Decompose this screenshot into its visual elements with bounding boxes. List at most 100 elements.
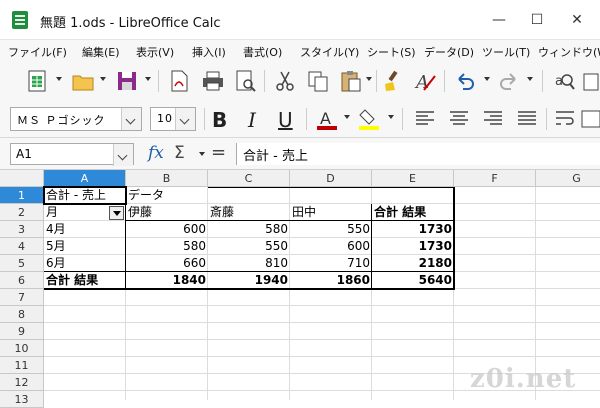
- column-header-e[interactable]: E: [372, 170, 454, 187]
- menu-file[interactable]: ファイル(F): [8, 44, 67, 60]
- underline-button[interactable]: U: [278, 108, 293, 132]
- cell-b1[interactable]: データ: [126, 187, 208, 204]
- cell-e5[interactable]: 2180: [372, 255, 454, 272]
- menu-insert[interactable]: 挿入(I): [192, 44, 226, 60]
- cell-d5[interactable]: 710: [290, 255, 372, 272]
- row-header-3[interactable]: 3: [0, 221, 44, 238]
- close-button[interactable]: ✕: [562, 8, 592, 32]
- font-color-icon[interactable]: A: [314, 106, 340, 132]
- align-justify-icon[interactable]: [514, 106, 540, 132]
- function-wizard-icon[interactable]: fx: [148, 143, 164, 163]
- cell-a3[interactable]: 4月: [44, 221, 126, 238]
- row-header-6[interactable]: 6: [0, 272, 44, 289]
- column-header-c[interactable]: C: [208, 170, 290, 187]
- export-pdf-icon[interactable]: [166, 68, 192, 94]
- menu-edit[interactable]: 編集(E): [82, 44, 120, 60]
- spelling-icon[interactable]: [582, 68, 600, 94]
- name-box[interactable]: A1: [10, 143, 134, 166]
- filter-dropdown-button[interactable]: [109, 206, 124, 220]
- redo-icon[interactable]: [496, 68, 522, 94]
- cut-icon[interactable]: [272, 68, 298, 94]
- cell-e3[interactable]: 1730: [372, 221, 454, 238]
- cell-c3[interactable]: 580: [208, 221, 290, 238]
- cell-c6[interactable]: 1940: [208, 272, 290, 289]
- menu-format[interactable]: 書式(O): [243, 44, 282, 60]
- cell-b3[interactable]: 600: [126, 221, 208, 238]
- cell-b2[interactable]: 伊藤: [126, 204, 208, 221]
- formula-icon[interactable]: =: [211, 142, 226, 163]
- cell-d3[interactable]: 550: [290, 221, 372, 238]
- merge-cells-icon[interactable]: [580, 106, 600, 132]
- sum-dropdown-icon[interactable]: [199, 152, 205, 156]
- row-header-2[interactable]: 2: [0, 204, 44, 221]
- row-header-12[interactable]: 12: [0, 374, 44, 391]
- menu-data[interactable]: データ(D): [424, 44, 474, 60]
- print-icon[interactable]: [200, 68, 226, 94]
- row-header-4[interactable]: 4: [0, 238, 44, 255]
- cell-b6[interactable]: 1840: [126, 272, 208, 289]
- clone-formatting-icon[interactable]: [380, 68, 406, 94]
- column-header-f[interactable]: F: [454, 170, 536, 187]
- paste-dropdown-icon[interactable]: [366, 77, 372, 81]
- italic-button[interactable]: I: [248, 108, 256, 132]
- column-header-g[interactable]: G: [536, 170, 600, 187]
- open-dropdown-icon[interactable]: [100, 77, 106, 81]
- maximize-button[interactable]: ☐: [522, 8, 552, 32]
- new-spreadsheet-icon[interactable]: [24, 68, 50, 94]
- redo-dropdown-icon[interactable]: [527, 77, 533, 81]
- sum-icon[interactable]: Σ: [174, 143, 185, 163]
- align-center-icon[interactable]: [446, 106, 472, 132]
- open-folder-icon[interactable]: [70, 68, 96, 94]
- cell-b4[interactable]: 580: [126, 238, 208, 255]
- row-header-1[interactable]: 1: [0, 187, 44, 204]
- chevron-down-icon[interactable]: [175, 108, 195, 130]
- undo-icon[interactable]: [452, 68, 478, 94]
- print-preview-icon[interactable]: [232, 68, 258, 94]
- new-dropdown-icon[interactable]: [56, 77, 62, 81]
- save-dropdown-icon[interactable]: [145, 77, 151, 81]
- copy-icon[interactable]: [305, 68, 331, 94]
- cell-c5[interactable]: 810: [208, 255, 290, 272]
- font-color-dropdown-icon[interactable]: [344, 115, 350, 119]
- menu-tools[interactable]: ツール(T): [482, 44, 530, 60]
- cell-c4[interactable]: 550: [208, 238, 290, 255]
- select-all-corner[interactable]: [0, 170, 44, 187]
- cell-a6[interactable]: 合計 結果: [44, 272, 126, 289]
- save-icon[interactable]: [114, 68, 140, 94]
- align-left-icon[interactable]: [412, 106, 438, 132]
- highlight-color-icon[interactable]: [356, 106, 382, 132]
- font-size-combo[interactable]: 10: [150, 107, 196, 131]
- cell-e4[interactable]: 1730: [372, 238, 454, 255]
- column-header-d[interactable]: D: [290, 170, 372, 187]
- cell-a5[interactable]: 6月: [44, 255, 126, 272]
- row-header-11[interactable]: 11: [0, 357, 44, 374]
- cell-d4[interactable]: 600: [290, 238, 372, 255]
- font-name-combo[interactable]: ＭＳ Ｐゴシック: [10, 107, 142, 131]
- cell-d2[interactable]: 田中: [290, 204, 372, 221]
- menu-window[interactable]: ウィンドウ(W): [538, 44, 600, 60]
- undo-dropdown-icon[interactable]: [484, 77, 490, 81]
- formula-input[interactable]: 合計 - 売上: [236, 143, 600, 165]
- wrap-text-icon[interactable]: [552, 106, 578, 132]
- row-header-5[interactable]: 5: [0, 255, 44, 272]
- minimize-button[interactable]: —: [484, 8, 514, 32]
- row-header-9[interactable]: 9: [0, 323, 44, 340]
- cell-b5[interactable]: 660: [126, 255, 208, 272]
- cell-a4[interactable]: 5月: [44, 238, 126, 255]
- column-header-a[interactable]: A: [44, 170, 126, 187]
- cell-d6[interactable]: 1860: [290, 272, 372, 289]
- row-header-8[interactable]: 8: [0, 306, 44, 323]
- bold-button[interactable]: B: [212, 108, 227, 132]
- cell-c2[interactable]: 斎藤: [208, 204, 290, 221]
- menu-view[interactable]: 表示(V): [136, 44, 174, 60]
- row-header-10[interactable]: 10: [0, 340, 44, 357]
- chevron-down-icon[interactable]: [113, 144, 133, 166]
- find-replace-icon[interactable]: a: [552, 68, 578, 94]
- menu-styles[interactable]: スタイル(Y): [300, 44, 359, 60]
- clear-formatting-icon[interactable]: A: [412, 68, 438, 94]
- align-right-icon[interactable]: [480, 106, 506, 132]
- paste-icon[interactable]: [338, 68, 364, 94]
- column-header-b[interactable]: B: [126, 170, 208, 187]
- cell-e2[interactable]: 合計 結果: [372, 204, 454, 221]
- highlight-dropdown-icon[interactable]: [388, 115, 394, 119]
